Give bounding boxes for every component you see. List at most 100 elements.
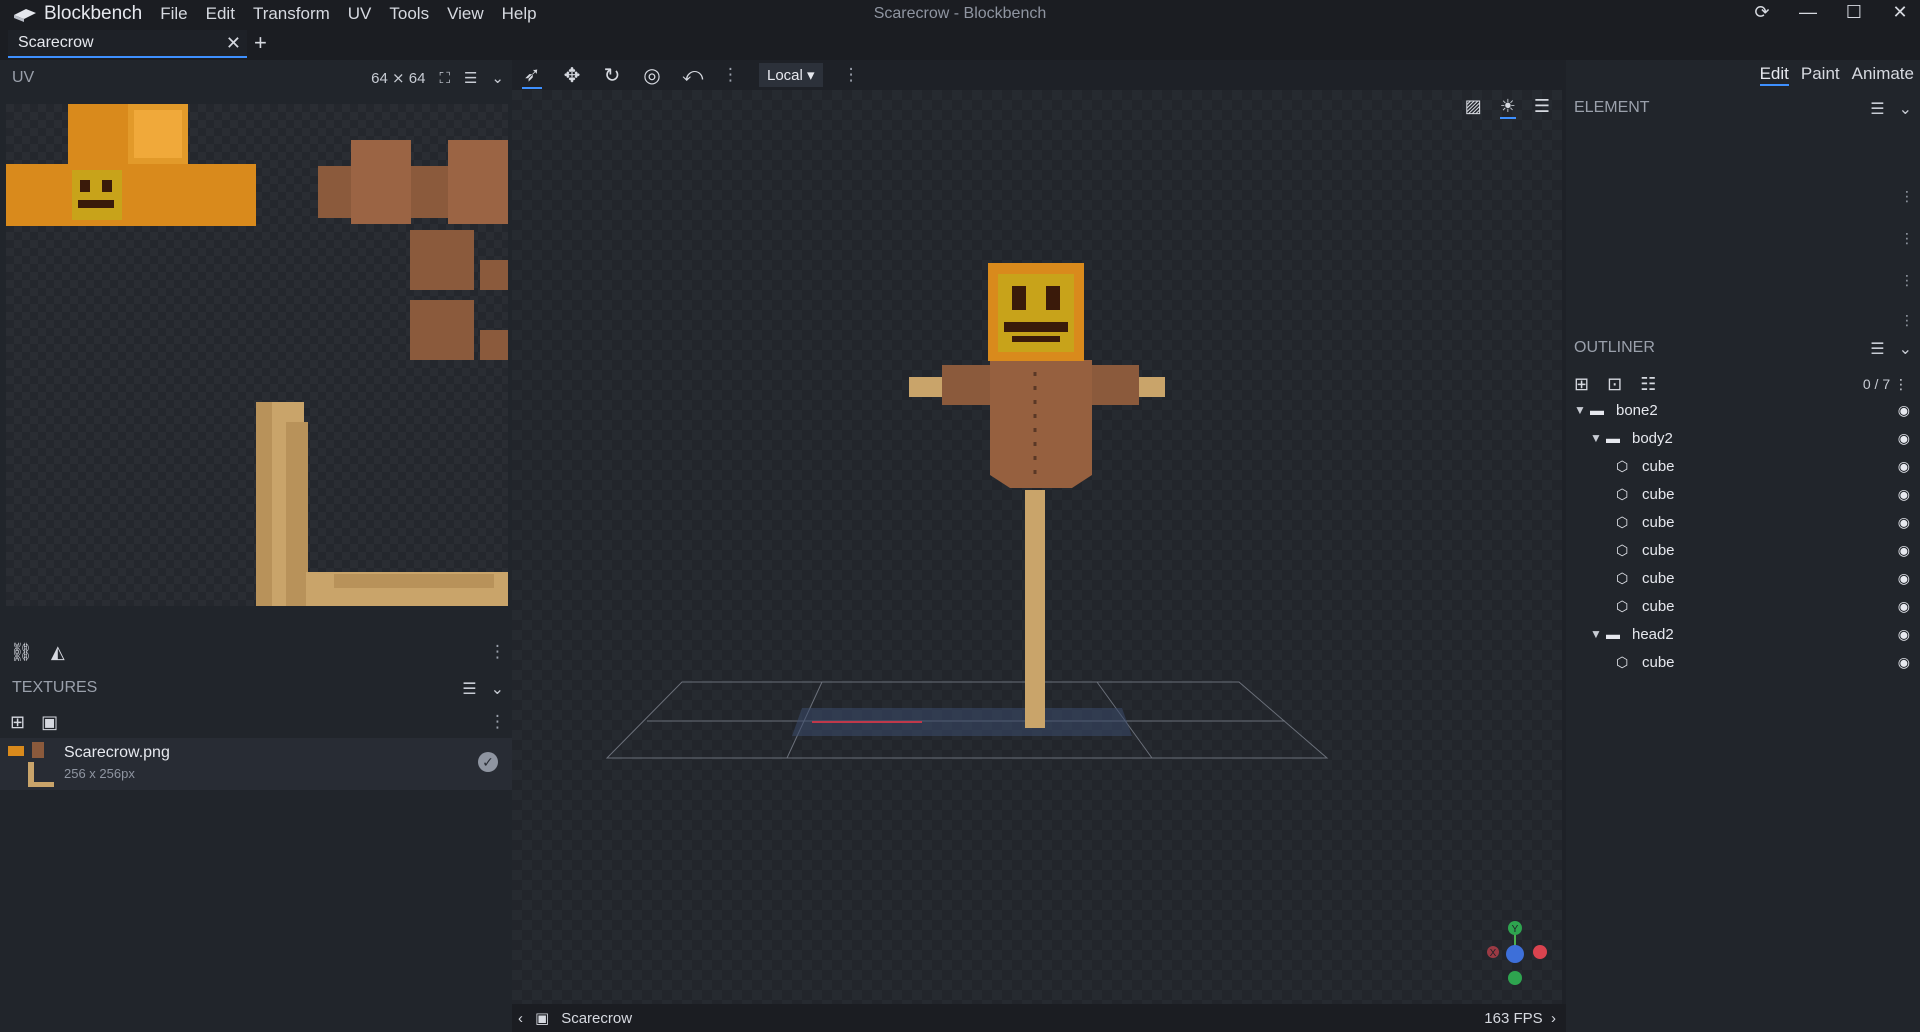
mode-tab-animate[interactable]: Animate bbox=[1852, 64, 1914, 86]
menu-lines-icon[interactable]: ☰ bbox=[1870, 339, 1884, 359]
menu-transform[interactable]: Transform bbox=[253, 4, 330, 24]
eye-icon[interactable]: ◉ bbox=[1898, 570, 1910, 587]
chevron-down-icon[interactable]: ▼ bbox=[1590, 627, 1606, 641]
uv-pumpkin-sides bbox=[6, 164, 256, 226]
cube-icon: ⬡ bbox=[1616, 457, 1629, 474]
fullscreen-icon[interactable]: ⛶ bbox=[439, 70, 450, 87]
orientation-gizmo[interactable]: Y X bbox=[1480, 920, 1550, 990]
eye-icon[interactable]: ◉ bbox=[1898, 598, 1910, 615]
mirror-icon[interactable]: ◭ bbox=[51, 642, 65, 663]
outliner-cube[interactable]: ⬡ cube ◉ bbox=[1566, 564, 1920, 592]
chevron-down-icon[interactable]: ⌄ bbox=[1899, 339, 1912, 359]
cube-icon: ⬡ bbox=[1616, 653, 1629, 670]
add-texture-icon[interactable]: ⊞ bbox=[10, 712, 25, 733]
maximize-icon[interactable]: ☐ bbox=[1844, 2, 1864, 23]
menu-help[interactable]: Help bbox=[502, 4, 537, 24]
toolbar-more-icon[interactable]: ⋮ bbox=[722, 65, 739, 85]
link-icon[interactable]: ⛓ bbox=[10, 642, 33, 663]
element-more-icon[interactable]: ⋮ bbox=[1900, 230, 1914, 247]
chevron-down-icon[interactable]: ⌄ bbox=[491, 679, 504, 699]
uv-editor-canvas[interactable] bbox=[6, 104, 508, 606]
outliner-cube[interactable]: ⬡ cube ◉ bbox=[1566, 536, 1920, 564]
uv-pumpkin-face bbox=[72, 170, 122, 220]
menu-view[interactable]: View bbox=[447, 4, 484, 24]
app-brand: Blockbench bbox=[0, 3, 142, 25]
node-name: cube bbox=[1642, 485, 1675, 503]
eye-icon[interactable]: ◉ bbox=[1898, 654, 1910, 671]
menu-edit[interactable]: Edit bbox=[206, 4, 235, 24]
rotate-tool-icon[interactable]: ↻ bbox=[602, 63, 622, 88]
menu-lines-icon[interactable]: ☰ bbox=[462, 679, 476, 699]
eye-icon[interactable]: ◉ bbox=[1898, 486, 1910, 503]
gizmo-x-axis[interactable] bbox=[1533, 945, 1547, 959]
eye-icon[interactable]: ◉ bbox=[1898, 430, 1910, 447]
scene-render bbox=[605, 263, 1329, 759]
move-tool-icon[interactable]: ✥ bbox=[562, 63, 582, 88]
gizmo-z-axis[interactable] bbox=[1506, 945, 1524, 963]
eye-icon[interactable]: ◉ bbox=[1898, 626, 1910, 643]
fps-value: 163 FPS bbox=[1484, 1010, 1543, 1027]
uv-toolbar: ⛓ ◭ bbox=[10, 642, 65, 663]
menu-uv[interactable]: UV bbox=[348, 4, 372, 24]
3d-viewport[interactable]: ▨ ☀ ☰ bbox=[512, 90, 1562, 1004]
outliner-group[interactable]: ▼ ▬ head2 ◉ bbox=[1566, 620, 1920, 648]
close-tab-icon[interactable]: ✕ bbox=[226, 33, 241, 54]
eye-icon[interactable]: ◉ bbox=[1898, 514, 1910, 531]
outliner-group[interactable]: ▼ ▬ body2 ◉ bbox=[1566, 424, 1920, 452]
uv-more-icon[interactable]: ⋮ bbox=[489, 642, 506, 662]
texture-item[interactable]: Scarecrow.png 256 x 256px ✓ bbox=[0, 738, 512, 790]
toolbar-more-icon[interactable]: ⋮ bbox=[843, 65, 860, 85]
refresh-icon[interactable]: ⟳ bbox=[1752, 2, 1772, 23]
folder-icon: ▬ bbox=[1590, 402, 1604, 418]
close-window-icon[interactable]: ✕ bbox=[1890, 2, 1910, 23]
element-more-icon[interactable]: ⋮ bbox=[1900, 188, 1914, 205]
import-texture-icon[interactable]: ▣ bbox=[41, 712, 58, 733]
node-name: cube bbox=[1642, 653, 1675, 671]
textures-more-icon[interactable]: ⋮ bbox=[489, 712, 506, 732]
status-bar: ‹ ▣ Scarecrow 163 FPS › bbox=[512, 1004, 1566, 1032]
transform-space-select[interactable]: Local ▾ bbox=[759, 63, 823, 87]
check-circle-icon[interactable]: ✓ bbox=[478, 752, 498, 772]
uv-resolution[interactable]: 64 ⨯ 64 bbox=[371, 69, 425, 87]
textures-panel-header: TEXTURES ☰ ⌄ bbox=[0, 670, 512, 706]
chevron-down-icon[interactable]: ⌄ bbox=[1899, 99, 1912, 119]
outliner-group[interactable]: ▼ ▬ bone2 ◉ bbox=[1566, 396, 1920, 424]
chevron-down-icon[interactable]: ▼ bbox=[1590, 431, 1606, 445]
tab-scarecrow[interactable]: Scarecrow ✕ bbox=[8, 30, 247, 58]
title-bar: Blockbench File Edit Transform UV Tools … bbox=[0, 0, 1920, 28]
outliner-cube[interactable]: ⬡ cube ◉ bbox=[1566, 648, 1920, 676]
outliner-cube[interactable]: ⬡ cube ◉ bbox=[1566, 592, 1920, 620]
mode-tab-edit[interactable]: Edit bbox=[1759, 64, 1789, 86]
texture-thumbnail bbox=[8, 742, 54, 787]
element-more-icon[interactable]: ⋮ bbox=[1900, 272, 1914, 289]
pivot-tool-icon[interactable]: ◎ bbox=[642, 63, 662, 88]
chevron-down-icon[interactable]: ▼ bbox=[1574, 403, 1590, 417]
viewport-toolbar: ➶ ✥ ↻ ◎ ⤺ ⋮ Local ▾ ⋮ bbox=[512, 60, 1566, 90]
add-group-icon[interactable]: ⊡ bbox=[1607, 374, 1622, 395]
mode-tab-paint[interactable]: Paint bbox=[1801, 64, 1840, 86]
select-tool-icon[interactable]: ➶ bbox=[522, 62, 542, 89]
menu-lines-icon[interactable]: ☰ bbox=[464, 69, 477, 87]
add-cube-icon[interactable]: ⊞ bbox=[1574, 374, 1589, 395]
blockbench-logo-icon bbox=[14, 9, 36, 22]
menu-tools[interactable]: Tools bbox=[389, 4, 429, 24]
chevron-down-icon[interactable]: ⌄ bbox=[491, 69, 504, 87]
minimize-icon[interactable]: — bbox=[1798, 2, 1818, 23]
eye-icon[interactable]: ◉ bbox=[1898, 402, 1910, 419]
eye-icon[interactable]: ◉ bbox=[1898, 458, 1910, 475]
node-name: cube bbox=[1642, 457, 1675, 475]
element-more-icon[interactable]: ⋮ bbox=[1900, 312, 1914, 329]
outliner-cube[interactable]: ⬡ cube ◉ bbox=[1566, 508, 1920, 536]
svg-text:X: X bbox=[1490, 948, 1497, 959]
collapse-icon[interactable]: ☷ bbox=[1640, 374, 1656, 395]
outliner-cube[interactable]: ⬡ cube ◉ bbox=[1566, 480, 1920, 508]
new-tab-icon[interactable]: + bbox=[254, 30, 267, 56]
outliner-cube[interactable]: ⬡ cube ◉ bbox=[1566, 452, 1920, 480]
chevron-left-icon[interactable]: ‹ bbox=[518, 1010, 523, 1027]
vertex-snap-icon[interactable]: ⤺ bbox=[682, 64, 703, 87]
menu-lines-icon[interactable]: ☰ bbox=[1870, 99, 1884, 119]
gizmo-y-negative[interactable] bbox=[1508, 971, 1522, 985]
menu-file[interactable]: File bbox=[160, 4, 187, 24]
eye-icon[interactable]: ◉ bbox=[1898, 542, 1910, 559]
element-title: ELEMENT bbox=[1574, 99, 1650, 116]
